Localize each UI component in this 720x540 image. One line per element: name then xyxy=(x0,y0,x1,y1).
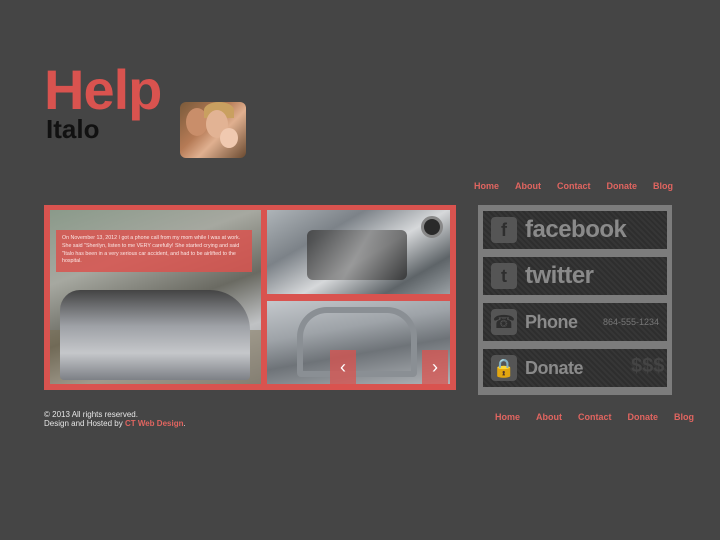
gallery-photo-main[interactable]: On November 13, 2012 I got a phone call … xyxy=(50,210,261,384)
designed-by-suffix: . xyxy=(183,419,186,428)
nav-about-link[interactable]: About xyxy=(515,181,541,191)
twitter-button[interactable]: t twitter xyxy=(483,257,667,295)
nav-home-link[interactable]: Home xyxy=(474,181,499,191)
nav-contact-link[interactable]: Contact xyxy=(557,181,591,191)
nav-donate-link[interactable]: Donate xyxy=(607,181,638,191)
top-nav: Home About Contact Donate Blog xyxy=(474,181,673,191)
logo-title: Help xyxy=(44,58,162,121)
logo-subtitle: Italo xyxy=(46,114,100,144)
chevron-right-icon[interactable]: › xyxy=(422,350,448,384)
photo-gallery: On November 13, 2012 I got a phone call … xyxy=(44,205,456,390)
facebook-icon: f xyxy=(491,217,517,243)
facebook-button[interactable]: f facebook xyxy=(483,211,667,249)
phone-icon: ☎ xyxy=(491,309,517,335)
dollar-sign-icon: $$$ xyxy=(631,355,665,377)
phone-label: Phone xyxy=(525,312,578,332)
footer-about-link[interactable]: About xyxy=(536,412,562,422)
social-panel: f facebook t twitter ☎ Phone 864-555-123… xyxy=(478,205,672,395)
footer-blog-link[interactable]: Blog xyxy=(674,412,694,422)
footer-nav: Home About Contact Donate Blog xyxy=(495,412,694,422)
copyright-text: © 2013 All rights reserved. xyxy=(44,410,138,419)
facebook-label: facebook xyxy=(525,216,627,243)
family-photo xyxy=(180,102,246,158)
chevron-left-icon[interactable]: ‹ xyxy=(330,350,356,384)
donate-label: Donate xyxy=(525,358,584,378)
twitter-label: twitter xyxy=(525,262,594,289)
designed-by-prefix: Design and Hosted by xyxy=(44,419,125,428)
lock-icon: 🔒 xyxy=(491,355,517,381)
donate-button[interactable]: 🔒 Donate $$$ xyxy=(483,349,667,387)
gallery-photo-top[interactable] xyxy=(267,210,450,294)
designed-by-text: Design and Hosted by CT Web Design. xyxy=(44,419,186,428)
gallery-caption: On November 13, 2012 I got a phone call … xyxy=(56,230,252,272)
footer-contact-link[interactable]: Contact xyxy=(578,412,612,422)
designer-link[interactable]: CT Web Design xyxy=(125,419,184,428)
footer: © 2013 All rights reserved. Design and H… xyxy=(44,410,186,428)
footer-donate-link[interactable]: Donate xyxy=(628,412,659,422)
footer-home-link[interactable]: Home xyxy=(495,412,520,422)
nav-blog-link[interactable]: Blog xyxy=(653,181,673,191)
phone-number: 864-555-1234 xyxy=(603,317,660,327)
phone-button[interactable]: ☎ Phone 864-555-1234 xyxy=(483,303,667,341)
twitter-icon: t xyxy=(491,263,517,289)
